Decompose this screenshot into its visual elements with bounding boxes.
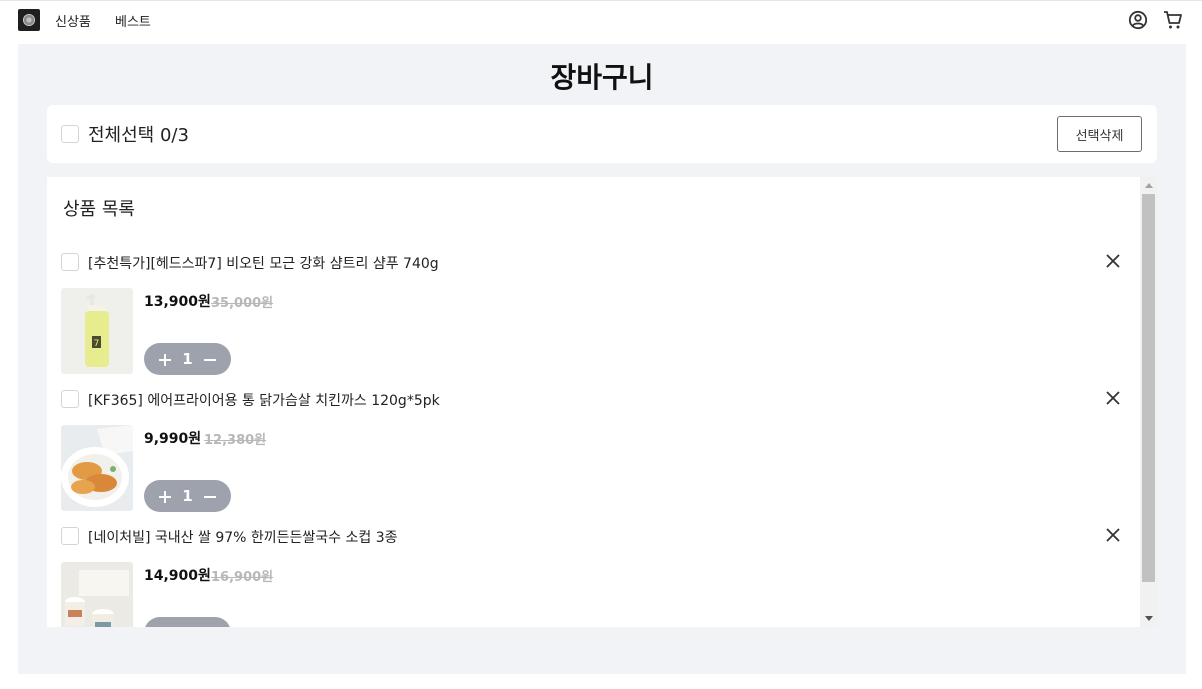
quantity-stepper: 1	[144, 617, 231, 627]
quantity-stepper: 1	[144, 343, 231, 375]
item-name: [네이처빌] 국내산 쌀 97% 한끼든든쌀국수 소컵 3종	[88, 530, 398, 546]
scroll-thumb[interactable]	[1142, 194, 1155, 582]
scroll-up-arrow-icon[interactable]	[1140, 177, 1157, 194]
item-price: 13,900원	[144, 294, 211, 310]
list-scrollbar[interactable]	[1140, 177, 1157, 627]
close-icon[interactable]	[1103, 388, 1123, 408]
logo-icon[interactable]	[18, 9, 40, 31]
item-price: 9,990원	[144, 431, 202, 447]
plus-icon[interactable]	[158, 626, 172, 627]
item-checkbox[interactable]	[61, 253, 79, 271]
nav-link-new-products[interactable]: 신상품	[55, 11, 91, 30]
product-image-rice-noodle[interactable]	[61, 562, 133, 627]
quantity-value: 1	[182, 624, 192, 627]
item-original-price: 12,380원	[204, 433, 267, 448]
top-nav-bar: 신상품 베스트	[0, 0, 1202, 40]
minus-icon[interactable]	[203, 626, 217, 627]
cart-item: [추천특가][헤드스파7] 비오틴 모근 강화 샴트리 샴푸 740g 7 13…	[47, 239, 1140, 376]
svg-text:7: 7	[94, 339, 100, 349]
item-name: [KF365] 에어프라이어용 통 닭가슴살 치킨까스 120g*5pk	[88, 393, 440, 409]
quantity-value: 1	[182, 350, 193, 368]
minus-icon[interactable]	[203, 352, 217, 366]
select-all-checkbox[interactable]	[61, 125, 79, 143]
select-all-bar: 전체선택 0/3 선택삭제	[47, 105, 1157, 163]
quantity-value: 1	[182, 487, 193, 505]
item-price: 14,900원	[144, 568, 211, 584]
product-list-panel: 상품 목록 [추천특가][헤드스파7] 비오틴 모근 강화 샴트리 샴푸 740…	[47, 177, 1157, 627]
cart-icon[interactable]	[1163, 10, 1183, 30]
close-icon[interactable]	[1103, 251, 1123, 271]
quantity-stepper: 1	[144, 480, 231, 512]
plus-icon[interactable]	[158, 352, 172, 366]
item-checkbox[interactable]	[61, 527, 79, 545]
item-name: [추천특가][헤드스파7] 비오틴 모근 강화 샴트리 샴푸 740g	[88, 256, 439, 272]
item-checkbox[interactable]	[61, 390, 79, 408]
product-image-chicken[interactable]	[61, 425, 133, 511]
plus-icon[interactable]	[158, 489, 172, 503]
close-icon[interactable]	[1103, 525, 1123, 545]
scroll-down-arrow-icon[interactable]	[1140, 610, 1157, 627]
cart-main: 장바구니 전체선택 0/3 선택삭제 상품 목록 [추천특가][헤드스파7] 비…	[18, 44, 1186, 674]
cart-item: [네이처빌] 국내산 쌀 97% 한끼든든쌀국수 소컵 3종 14,900원 1…	[47, 513, 1140, 627]
delete-selected-button[interactable]: 선택삭제	[1057, 116, 1142, 152]
minus-icon[interactable]	[203, 489, 217, 503]
page-title: 장바구니	[550, 61, 654, 94]
item-original-price: 35,000원	[211, 296, 274, 311]
user-circle-icon[interactable]	[1128, 10, 1148, 30]
item-original-price: 16,900원	[211, 570, 274, 585]
nav-link-best[interactable]: 베스트	[115, 11, 151, 30]
product-image-shampoo[interactable]: 7	[61, 288, 133, 374]
cart-item: [KF365] 에어프라이어용 통 닭가슴살 치킨까스 120g*5pk 9,9…	[47, 376, 1140, 513]
select-all-label: 전체선택 0/3	[88, 125, 189, 146]
product-list-title: 상품 목록	[63, 199, 135, 220]
